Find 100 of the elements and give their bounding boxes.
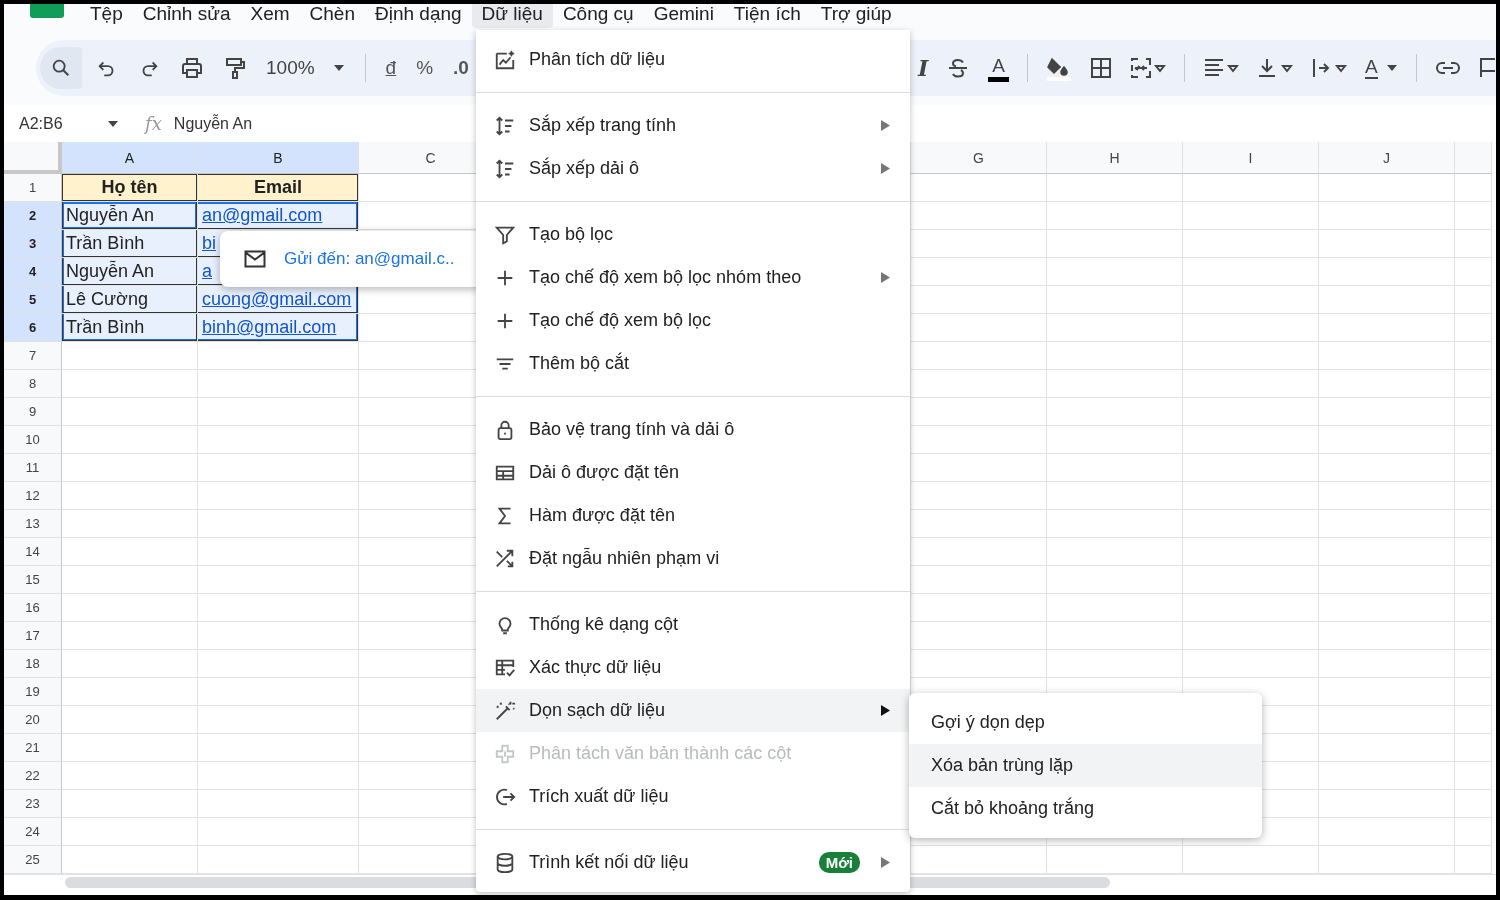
empty-cell[interactable] — [1319, 678, 1455, 706]
empty-cell[interactable] — [911, 398, 1047, 426]
column-header[interactable] — [1455, 142, 1492, 174]
empty-cell[interactable] — [1319, 510, 1455, 538]
row-header[interactable]: 20 — [4, 706, 62, 734]
empty-cell[interactable] — [1183, 650, 1319, 678]
empty-cell[interactable] — [1183, 174, 1319, 202]
table-cell[interactable]: Trần Bình — [62, 314, 198, 342]
empty-cell[interactable] — [1455, 594, 1492, 622]
row-header[interactable]: 14 — [4, 538, 62, 566]
menu-item[interactable]: Dải ô được đặt tên — [476, 451, 910, 494]
column-header[interactable]: H — [1047, 142, 1183, 174]
empty-cell[interactable] — [1183, 258, 1319, 286]
empty-cell[interactable] — [1319, 594, 1455, 622]
column-header[interactable]: G — [911, 142, 1047, 174]
menu-item[interactable]: Thống kê dạng cột — [476, 603, 910, 646]
menu-bar-item[interactable]: Dữ liệu — [471, 4, 553, 28]
empty-cell[interactable] — [1319, 426, 1455, 454]
empty-cell[interactable] — [1455, 762, 1492, 790]
row-header[interactable]: 9 — [4, 398, 62, 426]
empty-cell[interactable] — [1047, 370, 1183, 398]
empty-cell[interactable] — [1319, 314, 1455, 342]
empty-cell[interactable] — [198, 510, 359, 538]
zoom-dropdown[interactable]: 100% — [266, 57, 345, 79]
row-header[interactable]: 24 — [4, 818, 62, 846]
empty-cell[interactable] — [1047, 230, 1183, 258]
row-header[interactable]: 11 — [4, 454, 62, 482]
empty-cell[interactable] — [198, 790, 359, 818]
empty-cell[interactable] — [1047, 342, 1183, 370]
menu-item[interactable]: Tạo bộ lọc — [476, 213, 910, 256]
row-header[interactable]: 15 — [4, 566, 62, 594]
empty-cell[interactable] — [1319, 538, 1455, 566]
empty-cell[interactable] — [911, 370, 1047, 398]
empty-cell[interactable] — [1047, 566, 1183, 594]
empty-cell[interactable] — [1455, 706, 1492, 734]
empty-cell[interactable] — [911, 566, 1047, 594]
empty-cell[interactable] — [198, 398, 359, 426]
menu-bar-item[interactable]: Xem — [240, 4, 300, 28]
empty-cell[interactable] — [1455, 398, 1492, 426]
empty-cell[interactable] — [1455, 510, 1492, 538]
empty-cell[interactable] — [911, 230, 1047, 258]
empty-cell[interactable] — [1455, 286, 1492, 314]
row-header[interactable]: 4 — [4, 258, 62, 286]
row-header[interactable]: 17 — [4, 622, 62, 650]
row-header[interactable]: 2 — [4, 202, 62, 230]
empty-cell[interactable] — [1455, 818, 1492, 846]
header-cell[interactable]: Email — [198, 174, 359, 202]
empty-cell[interactable] — [198, 734, 359, 762]
row-header[interactable]: 19 — [4, 678, 62, 706]
empty-cell[interactable] — [911, 482, 1047, 510]
empty-cell[interactable] — [1047, 398, 1183, 426]
menu-bar-item[interactable]: Công cụ — [552, 4, 644, 28]
empty-cell[interactable] — [1319, 790, 1455, 818]
empty-cell[interactable] — [1319, 706, 1455, 734]
row-header[interactable]: 25 — [4, 846, 62, 874]
caret-icon[interactable] — [107, 119, 119, 128]
column-header[interactable]: J — [1319, 142, 1455, 174]
empty-cell[interactable] — [198, 594, 359, 622]
empty-cell[interactable] — [1319, 454, 1455, 482]
table-cell[interactable]: binh@gmail.com — [198, 314, 359, 342]
empty-cell[interactable] — [1319, 622, 1455, 650]
empty-cell[interactable] — [1047, 454, 1183, 482]
menu-item[interactable]: Thêm bộ cắt — [476, 342, 910, 385]
table-cell[interactable]: Trần Bình — [62, 230, 198, 258]
row-header[interactable]: 7 — [4, 342, 62, 370]
empty-cell[interactable] — [198, 426, 359, 454]
empty-cell[interactable] — [198, 622, 359, 650]
empty-cell[interactable] — [1455, 258, 1492, 286]
empty-cell[interactable] — [1047, 594, 1183, 622]
empty-cell[interactable] — [1319, 174, 1455, 202]
empty-cell[interactable] — [911, 258, 1047, 286]
row-header[interactable]: 21 — [4, 734, 62, 762]
empty-cell[interactable] — [1455, 342, 1492, 370]
empty-cell[interactable] — [911, 650, 1047, 678]
empty-cell[interactable] — [1319, 286, 1455, 314]
empty-cell[interactable] — [911, 314, 1047, 342]
table-cell[interactable]: Nguyễn An — [62, 258, 198, 286]
row-header[interactable]: 22 — [4, 762, 62, 790]
column-header[interactable]: B — [198, 142, 359, 174]
send-email-link[interactable]: Gửi đến: an@gmail.c.. — [284, 249, 455, 269]
column-header[interactable]: A — [62, 142, 198, 174]
empty-cell[interactable] — [911, 342, 1047, 370]
menu-item[interactable]: Trích xuất dữ liệu — [476, 775, 910, 818]
menu-bar-item[interactable]: Tệp — [80, 4, 133, 28]
empty-cell[interactable] — [1455, 202, 1492, 230]
empty-cell[interactable] — [198, 706, 359, 734]
empty-cell[interactable] — [1319, 818, 1455, 846]
empty-cell[interactable] — [1183, 286, 1319, 314]
empty-cell[interactable] — [1455, 566, 1492, 594]
empty-cell[interactable] — [198, 818, 359, 846]
menu-item[interactable]: Trình kết nối dữ liệu Mới — [476, 841, 910, 884]
menu-item[interactable]: Xác thực dữ liệu — [476, 646, 910, 689]
table-cell[interactable]: an@gmail.com — [198, 202, 359, 230]
menu-bar-item[interactable]: Tiện ích — [723, 4, 811, 28]
empty-cell[interactable] — [911, 538, 1047, 566]
text-rotation-button[interactable]: A — [1365, 57, 1398, 79]
empty-cell[interactable] — [1455, 230, 1492, 258]
menu-item[interactable]: Tạo chế độ xem bộ lọc — [476, 299, 910, 342]
empty-cell[interactable] — [1183, 622, 1319, 650]
empty-cell[interactable] — [1183, 426, 1319, 454]
